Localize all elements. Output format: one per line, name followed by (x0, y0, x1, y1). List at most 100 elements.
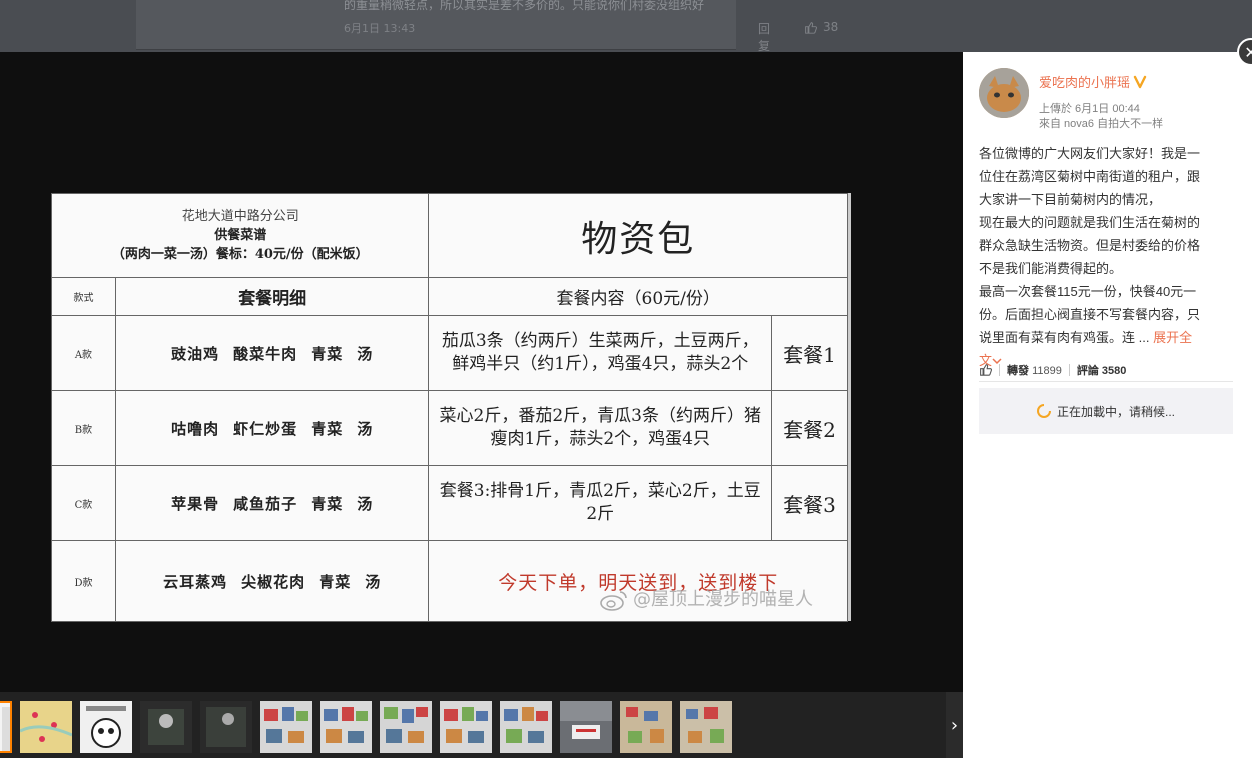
repost-button[interactable]: 轉發 11899 (1007, 362, 1062, 378)
thumbnail-image (620, 701, 672, 753)
col-detail-header: 套餐明细 (114, 277, 430, 316)
post-side-panel: 爱吃肉的小胖瑶 上傳於 6月1日 00:44 來自 nova6 自拍大不一样 各… (963, 52, 1252, 758)
thumbnail-image (140, 701, 192, 753)
row-dishes: 咕噜肉 虾仁炒蛋 青菜汤 (114, 390, 430, 466)
background-comment-date: 6月1日 13:43 (344, 22, 416, 35)
thumbnail[interactable] (560, 701, 612, 753)
dish-item: 云耳蒸鸡 (163, 572, 228, 591)
thumbnail[interactable] (380, 701, 432, 753)
row-kind: D款 (51, 540, 116, 622)
username-link[interactable]: 爱吃肉的小胖瑶 (1039, 72, 1147, 91)
dish-item: 豉油鸡 (171, 344, 220, 363)
row-kind: A款 (51, 315, 116, 391)
row-dishes: 豉油鸡 酸菜牛肉 青菜汤 (114, 315, 430, 391)
thumbnail[interactable] (20, 701, 72, 753)
dish-item: 青菜 (311, 344, 344, 363)
thumbnail-image (560, 701, 612, 753)
thumbnail[interactable] (440, 701, 492, 753)
post-time: 上傳於 6月1日 00:44 (1039, 103, 1140, 115)
dish-item: 虾仁炒蛋 (233, 419, 298, 438)
thumbnail-image (440, 701, 492, 753)
thumbnail-image (380, 701, 432, 753)
dish-item: 青菜 (311, 494, 344, 513)
post-actions: 轉發 11899 評論 3580 (979, 358, 1233, 382)
repost-label: 轉發 (1007, 364, 1029, 377)
divider (999, 363, 1000, 376)
thumbnail-image (0, 703, 10, 751)
verified-badge-icon (1133, 75, 1147, 88)
menu-row: C款 苹果骨 咸鱼茄子 青菜汤 套餐3:排骨1斤，青瓜2斤，菜心2斤，土豆2斤 套餐… (51, 465, 848, 541)
dish-item: 酸菜牛肉 (233, 344, 298, 363)
close-icon: ✕ (1244, 42, 1252, 62)
dish-item: 苹果骨 (171, 494, 220, 513)
dish-item: 汤 (357, 344, 374, 363)
loading-text: 正在加載中，请稍候... (1056, 404, 1175, 419)
background-comment-card: 的重量稍微轻点，所以其实是差不多价的。只能说你们村委没组织好 6月1日 13:4… (136, 0, 838, 53)
menu-spec: （两肉一菜一汤）餐标：40元/份（配米饭） (111, 247, 369, 262)
dish-item: 汤 (357, 494, 374, 513)
dish-item: 尖椒花肉 (241, 572, 306, 591)
dish-item: 青菜 (311, 419, 344, 438)
menu-row: B款 咕噜肉 虾仁炒蛋 青菜汤 菜心2斤，番茄2斤，青瓜3条（约两斤）猪瘦肉1斤，蒜… (51, 390, 848, 466)
background-like-count: 38 (823, 20, 839, 34)
background-reply-link[interactable]: 回复 (758, 20, 770, 54)
thumbnail[interactable] (260, 701, 312, 753)
avatar[interactable] (979, 68, 1029, 118)
row-content: 套餐3:排骨1斤，青瓜2斤，菜心2斤，土豆2斤 (428, 465, 773, 541)
row-content: 菜心2斤，番茄2斤，青瓜3条（约两斤）猪瘦肉1斤，蒜头2个，鸡蛋4只 (428, 390, 773, 466)
weibo-logo-icon (600, 591, 627, 611)
post-source: 來自 nova6 自拍大不一样 (1039, 118, 1164, 130)
next-thumbnails-button[interactable]: › (946, 692, 963, 758)
thumbnail-image (500, 701, 552, 753)
row-dishes: 苹果骨 咸鱼茄子 青菜汤 (114, 465, 430, 541)
photo-viewer-screen: 的重量稍微轻点，所以其实是差不多价的。只能说你们村委没组织好 6月1日 13:4… (0, 0, 1252, 758)
chevron-right-icon: › (950, 714, 959, 736)
background-comment-text: 的重量稍微轻点，所以其实是差不多价的。只能说你们村委没组织好 (344, 0, 705, 12)
repost-count: 11899 (1032, 364, 1062, 377)
image-watermark: @屋顶上漫步的喵星人 (599, 585, 813, 611)
supply-pack-title: 物资包 (428, 193, 848, 278)
thumbnail-image (80, 701, 132, 753)
row-package: 套餐1 (771, 315, 848, 391)
username: 爱吃肉的小胖瑶 (1039, 75, 1131, 90)
thumbnail-current[interactable] (0, 701, 12, 753)
menu-photo[interactable]: 花地大道中路分公司 供餐菜谱 （两肉一菜一汤）餐标：40元/份（配米饭） 物资包… (50, 193, 851, 622)
row-package: 套餐2 (771, 390, 848, 466)
thumbs-up-icon (805, 21, 817, 34)
post-paragraph: 各位微博的广大网友们大家好！我是一位住在荔湾区菊树中南街道的租户，跟大家讲一下目… (979, 146, 1201, 207)
thumbnail[interactable] (320, 701, 372, 753)
row-dishes: 云耳蒸鸡 尖椒花肉 青菜汤 (114, 540, 430, 622)
menu-table: 花地大道中路分公司 供餐菜谱 （两肉一菜一汤）餐标：40元/份（配米饭） 物资包… (50, 193, 848, 622)
thumbnail-image (20, 701, 72, 753)
menu-name: 供餐菜谱 (214, 228, 267, 243)
thumbnail[interactable] (80, 701, 132, 753)
menu-row: A款 豉油鸡 酸菜牛肉 青菜汤 茄瓜3条（约两斤）生菜两斤，土豆两斤，鲜鸡半只（约1… (51, 315, 848, 391)
row-content: 茄瓜3条（约两斤）生菜两斤，土豆两斤，鲜鸡半只（约1斤），鸡蛋4只，蒜头2个 (428, 315, 773, 391)
thumbnail[interactable] (200, 701, 252, 753)
thumbnail-strip (0, 692, 963, 758)
row-package: 套餐3 (771, 465, 848, 541)
dish-item: 青菜 (319, 572, 352, 591)
comment-count: 3580 (1101, 364, 1127, 377)
comments-loading: 正在加載中，请稍候... (979, 388, 1233, 434)
thumbnail-image (320, 701, 372, 753)
background-page: 的重量稍微轻点，所以其实是差不多价的。只能说你们村委没组织好 6月1日 13:4… (0, 0, 1252, 53)
like-icon[interactable] (979, 363, 992, 376)
thumbnail[interactable] (500, 701, 552, 753)
thumbnail[interactable] (140, 701, 192, 753)
post-text: 各位微博的广大网友们大家好！我是一位住在荔湾区菊树中南街道的租户，跟大家讲一下目… (979, 142, 1205, 372)
company-name: 花地大道中路分公司 (181, 209, 299, 224)
comment-button[interactable]: 評論 3580 (1077, 362, 1127, 378)
dish-item: 汤 (365, 572, 382, 591)
col-kind-header: 款式 (51, 277, 116, 316)
thumbnail[interactable] (680, 701, 732, 753)
dish-item: 汤 (357, 419, 374, 438)
thumbnail-image (260, 701, 312, 753)
dish-item: 咕噜肉 (171, 419, 220, 438)
menu-header-left: 花地大道中路分公司 供餐菜谱 （两肉一菜一汤）餐标：40元/份（配米饭） (50, 193, 430, 278)
row-kind: B款 (51, 390, 116, 466)
post-paragraph: 现在最大的问题就是我们生活在菊树的群众急缺生活物资。但是村委给的价格不是我们能消… (979, 215, 1201, 276)
thumbnail[interactable] (620, 701, 672, 753)
background-like-button[interactable]: 38 (804, 20, 838, 34)
watermark-text: @屋顶上漫步的喵星人 (633, 589, 813, 610)
